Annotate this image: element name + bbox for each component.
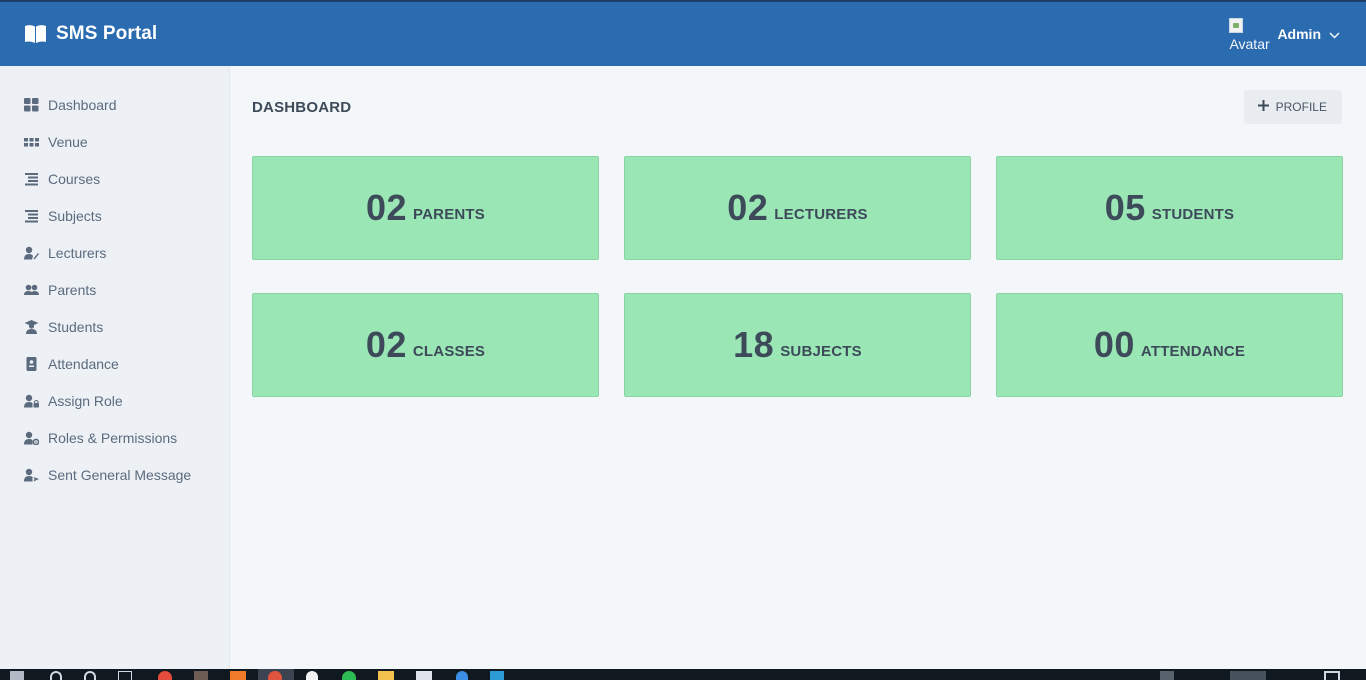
search-icon[interactable] xyxy=(50,671,62,680)
brand[interactable]: SMS Portal xyxy=(24,23,157,45)
broken-image-icon xyxy=(1229,18,1244,33)
brand-title: SMS Portal xyxy=(56,23,158,44)
open-book-icon xyxy=(24,24,47,45)
sidebar-item-sent-general-message[interactable]: Sent General Message xyxy=(0,456,229,493)
sidebar-item-label: Sent General Message xyxy=(48,466,192,483)
app-icon[interactable] xyxy=(416,671,432,680)
stat-card-label: ATTENDANCE xyxy=(1140,342,1246,360)
stat-card-count: 02 xyxy=(365,187,408,228)
stat-card-count: 02 xyxy=(365,324,407,365)
sidebar-item-lecturers[interactable]: Lecturers xyxy=(0,234,229,271)
avatar-alt-text: Avatar xyxy=(1229,36,1270,52)
sidebar-item-label: Lecturers xyxy=(48,244,107,261)
user-message-icon xyxy=(24,468,39,482)
top-navbar: SMS Portal Avatar Admin xyxy=(0,0,1366,66)
sidebar-item-label: Assign Role xyxy=(48,392,123,409)
user-lock-icon xyxy=(24,394,39,408)
plus-icon xyxy=(1257,100,1269,114)
task-view-icon[interactable] xyxy=(118,671,132,680)
folder-icon[interactable] xyxy=(378,671,394,680)
user-name[interactable]: Admin xyxy=(1277,26,1321,42)
user-menu[interactable]: Avatar Admin xyxy=(1229,16,1340,52)
app-icon[interactable] xyxy=(230,671,246,680)
sidebar-item-parents[interactable]: Parents xyxy=(0,271,229,308)
main-content: DASHBOARD PROFILE 02 PARENTS 02 LECTURER… xyxy=(230,66,1366,669)
sidebar-item-assign-role[interactable]: Assign Role xyxy=(0,382,229,419)
avatar[interactable]: Avatar xyxy=(1229,16,1273,52)
sidebar-item-roles-permissions[interactable]: Roles & Permissions xyxy=(0,419,229,456)
stat-card-classes[interactable]: 02 CLASSES xyxy=(252,293,599,397)
sidebar-item-label: Courses xyxy=(48,170,101,187)
stat-card-count: 02 xyxy=(727,187,769,228)
stat-card-label: SUBJECTS xyxy=(780,342,862,360)
start-icon[interactable] xyxy=(10,671,24,680)
sidebar-item-label: Students xyxy=(48,318,104,335)
sidebar: Dashboard Venue Courses Subjects Lecture… xyxy=(0,66,230,669)
stat-card-label: STUDENTS xyxy=(1151,205,1235,223)
stat-card-label: CLASSES xyxy=(412,342,486,360)
app-icon[interactable] xyxy=(456,671,468,680)
chevron-down-icon[interactable] xyxy=(1329,30,1340,39)
stat-card-students[interactable]: 05 STUDENTS xyxy=(996,156,1343,260)
stat-card-count: 18 xyxy=(733,324,775,365)
grid-icon xyxy=(24,97,39,112)
sidebar-item-students[interactable]: Students xyxy=(0,308,229,345)
sidebar-item-venue[interactable]: Venue xyxy=(0,123,229,160)
list-icon xyxy=(24,172,39,186)
stat-card-label: PARENTS xyxy=(413,205,485,223)
sidebar-item-label: Dashboard xyxy=(48,96,117,113)
app-icon[interactable] xyxy=(158,671,172,680)
stat-card-subjects[interactable]: 18 SUBJECTS xyxy=(624,293,971,397)
profile-button[interactable]: PROFILE xyxy=(1243,90,1342,124)
cortana-icon[interactable] xyxy=(84,671,96,680)
user-cog-icon xyxy=(24,431,39,445)
sidebar-item-label: Parents xyxy=(48,281,97,298)
sidebar-item-subjects[interactable]: Subjects xyxy=(0,197,229,234)
stat-card-label: LECTURERS xyxy=(774,205,868,223)
app-icon[interactable] xyxy=(342,671,356,680)
graduate-icon xyxy=(24,319,39,334)
stat-card-count: 05 xyxy=(1104,187,1146,228)
sidebar-item-dashboard[interactable]: Dashboard xyxy=(0,86,229,123)
sidebar-item-label: Roles & Permissions xyxy=(48,429,178,446)
stat-card-attendance[interactable]: 00 ATTENDANCE xyxy=(996,293,1343,397)
page-header: DASHBOARD PROFILE xyxy=(252,90,1342,124)
id-card-icon xyxy=(24,356,39,371)
list-icon xyxy=(24,209,39,223)
sidebar-item-courses[interactable]: Courses xyxy=(0,160,229,197)
chrome-icon[interactable] xyxy=(268,671,282,680)
users-icon xyxy=(24,283,39,297)
sidebar-item-attendance[interactable]: Attendance xyxy=(0,345,229,382)
user-edit-icon xyxy=(24,246,39,260)
stat-card-parents[interactable]: 02 PARENTS xyxy=(252,156,599,260)
sidebar-item-label: Subjects xyxy=(48,207,102,224)
profile-button-label: PROFILE xyxy=(1275,100,1327,114)
tray-icon[interactable] xyxy=(1230,671,1266,680)
tray-icon[interactable] xyxy=(1160,671,1174,680)
app-icon[interactable] xyxy=(490,671,504,680)
os-taskbar xyxy=(0,669,1366,680)
page-title: DASHBOARD xyxy=(252,98,352,116)
sidebar-item-label: Venue xyxy=(48,133,88,150)
sidebar-item-label: Attendance xyxy=(48,355,119,372)
notification-icon[interactable] xyxy=(1324,671,1340,680)
app-icon[interactable] xyxy=(194,671,208,680)
stat-card-count: 00 xyxy=(1093,324,1135,365)
dots-grid-icon xyxy=(24,135,39,149)
stats-cards: 02 PARENTS 02 LECTURERS 05 STUDENTS 02 C… xyxy=(252,156,1343,397)
app-icon[interactable] xyxy=(306,671,318,680)
stat-card-lecturers[interactable]: 02 LECTURERS xyxy=(624,156,971,260)
